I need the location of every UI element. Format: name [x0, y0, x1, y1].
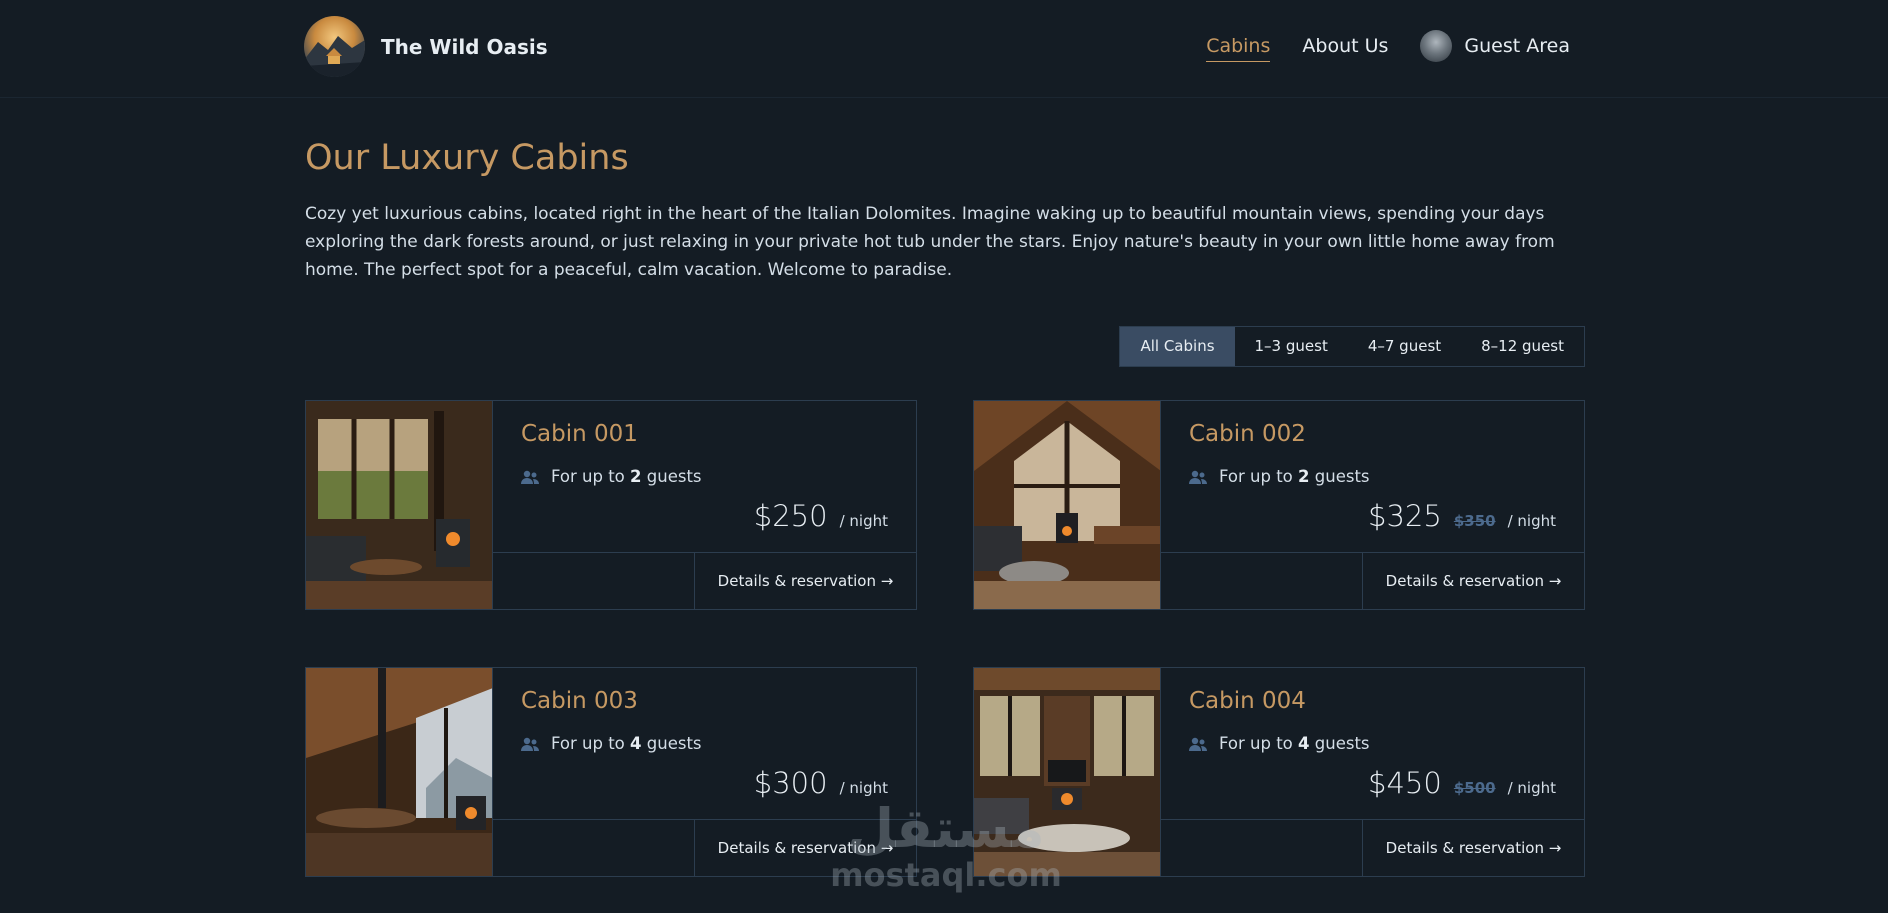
nav-link-guest-area[interactable]: Guest Area [1420, 30, 1570, 66]
cabin-image [306, 668, 493, 876]
filter-1-3-guests-button[interactable]: 1–3 guest [1235, 327, 1348, 366]
price-row: $450 $500 / night [1368, 766, 1556, 800]
filter-4-7-guests-button[interactable]: 4–7 guest [1348, 327, 1461, 366]
main-content: Our Luxury Cabins Cozy yet luxurious cab… [305, 138, 1585, 367]
capacity-count: 2 [630, 467, 642, 486]
cabin-old-price: $350 [1453, 512, 1496, 530]
details-reservation-button[interactable]: Details & reservation → [1362, 820, 1584, 876]
users-icon [1189, 737, 1207, 751]
card-footer: Details & reservation → [493, 552, 916, 609]
capacity-suffix: guests [646, 734, 702, 753]
nav-link-about-us[interactable]: About Us [1302, 35, 1388, 61]
watermark: مستقل mostaql.com [826, 800, 1066, 900]
cabin-card-body: Cabin 002 For up to 2 guests $325 $350 /… [1161, 401, 1584, 609]
cabin-capacity: For up to 4 guests [521, 734, 702, 753]
cabin-name: Cabin 004 [1189, 688, 1306, 714]
cabin-old-price: $500 [1453, 779, 1496, 797]
users-icon [521, 737, 539, 751]
cabin-card-body: Cabin 004 For up to 4 guests $450 $500 /… [1161, 668, 1584, 876]
capacity-count: 4 [1298, 734, 1310, 753]
users-icon [521, 470, 539, 484]
page-title: Our Luxury Cabins [305, 138, 629, 178]
cabin-price: $325 [1368, 499, 1442, 533]
cabin-price: $450 [1368, 766, 1442, 800]
guest-avatar [1420, 30, 1453, 62]
per-night-label: / night [1507, 512, 1556, 530]
per-night-label: / night [839, 512, 888, 530]
capacity-prefix: For up to [551, 734, 625, 753]
cabin-image [306, 401, 493, 609]
capacity-prefix: For up to [1219, 467, 1293, 486]
card-footer: Details & reservation → [1161, 819, 1584, 876]
details-reservation-button[interactable]: Details & reservation → [694, 553, 916, 609]
logo-name: The Wild Oasis [381, 34, 548, 59]
cabin-name: Cabin 003 [521, 688, 638, 714]
filter-all-cabins-button[interactable]: All Cabins [1120, 327, 1235, 366]
capacity-count: 4 [630, 734, 642, 753]
price-row: $300 / night [754, 766, 888, 800]
capacity-count: 2 [1298, 467, 1310, 486]
cabin-image [974, 401, 1161, 609]
cabin-capacity: For up to 2 guests [521, 467, 702, 486]
cabin-name: Cabin 002 [1189, 421, 1306, 447]
site-header: The Wild Oasis Cabins About Us Guest Are… [0, 0, 1888, 98]
logo-link[interactable]: The Wild Oasis [304, 16, 548, 77]
capacity-prefix: For up to [551, 467, 625, 486]
cabin-name: Cabin 001 [521, 421, 638, 447]
capacity-suffix: guests [1314, 734, 1370, 753]
intro-text: Cozy yet luxurious cabins, located right… [305, 204, 1555, 280]
nav-link-cabins[interactable]: Cabins [1206, 35, 1271, 62]
watermark-latin: mostaql.com [830, 856, 1062, 894]
cabin-capacity: For up to 2 guests [1189, 467, 1370, 486]
per-night-label: / night [839, 779, 888, 797]
per-night-label: / night [1507, 779, 1556, 797]
guest-area-label: Guest Area [1464, 35, 1570, 57]
price-row: $250 / night [754, 499, 888, 533]
price-row: $325 $350 / night [1368, 499, 1556, 533]
cabin-price: $300 [753, 766, 828, 800]
cabin-price: $250 [753, 499, 828, 533]
cabin-card: Cabin 002 For up to 2 guests $325 $350 /… [973, 400, 1585, 610]
logo-image [304, 16, 365, 77]
cabin-capacity: For up to 4 guests [1189, 734, 1370, 753]
filter-8-12-guests-button[interactable]: 8–12 guest [1461, 327, 1584, 366]
capacity-filter: All Cabins 1–3 guest 4–7 guest 8–12 gues… [1119, 326, 1585, 367]
users-icon [1189, 470, 1207, 484]
main-nav: Cabins About Us Guest Area [1206, 30, 1570, 66]
cabin-card-body: Cabin 001 For up to 2 guests $250 / nigh… [493, 401, 916, 609]
capacity-suffix: guests [646, 467, 702, 486]
capacity-prefix: For up to [1219, 734, 1293, 753]
card-footer: Details & reservation → [1161, 552, 1584, 609]
details-reservation-button[interactable]: Details & reservation → [1362, 553, 1584, 609]
cabin-card: Cabin 001 For up to 2 guests $250 / nigh… [305, 400, 917, 610]
watermark-arabic: مستقل [847, 797, 1045, 860]
capacity-suffix: guests [1314, 467, 1370, 486]
